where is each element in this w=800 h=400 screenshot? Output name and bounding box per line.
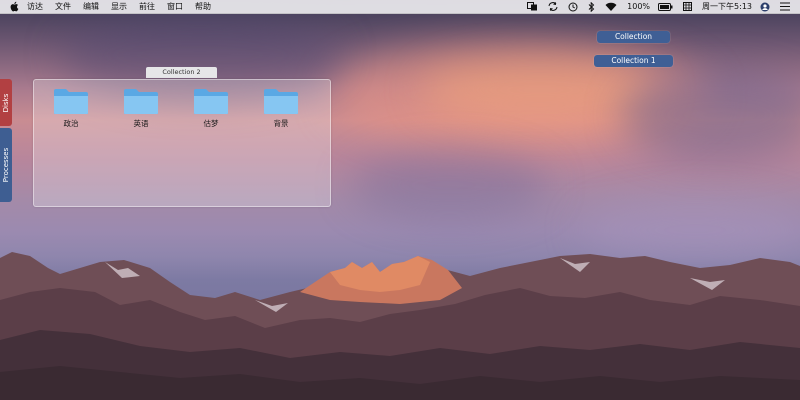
menu-file[interactable]: 文件 — [55, 0, 71, 13]
menu-clock[interactable]: 周一下午5:13 — [702, 0, 752, 13]
folder-item[interactable]: 背景 — [253, 88, 309, 129]
folder-item[interactable]: 政治 — [43, 88, 99, 129]
processes-tab-label: Processes — [2, 147, 10, 183]
folder-icon — [124, 89, 158, 114]
menu-window[interactable]: 窗口 — [167, 0, 183, 13]
collection-window-title[interactable]: Collection 2 — [146, 67, 217, 78]
menu-edit[interactable]: 编辑 — [83, 0, 99, 13]
menu-finder[interactable]: 访达 — [27, 0, 43, 13]
menu-go[interactable]: 前往 — [139, 0, 155, 13]
menu-view[interactable]: 显示 — [111, 0, 127, 13]
folder-icon — [194, 89, 228, 114]
battery-percent: 100% — [627, 2, 651, 11]
menu-bar: 访达 文件 编辑 显示 前往 窗口 帮助 100% 周一下午5:13 — [0, 0, 800, 14]
grid-menu-icon[interactable] — [683, 2, 693, 11]
folder-item[interactable]: 英语 — [113, 88, 169, 129]
wifi-icon[interactable] — [605, 2, 617, 11]
menu-help[interactable]: 帮助 — [195, 0, 211, 13]
folder-label: 政治 — [63, 119, 79, 128]
disks-tab-label: Disks — [2, 93, 10, 112]
user-avatar-icon[interactable] — [760, 2, 770, 12]
collection-button[interactable]: Collection — [597, 31, 670, 43]
collection-1-button[interactable]: Collection 1 — [594, 55, 673, 67]
sync-icon[interactable] — [548, 2, 558, 11]
apple-logo-icon[interactable] — [9, 1, 19, 12]
disks-side-tab[interactable]: Disks — [0, 79, 12, 126]
folder-icon — [264, 89, 298, 114]
input-source-icon[interactable] — [527, 2, 538, 11]
time-machine-icon[interactable] — [568, 2, 578, 12]
folder-label: 估梦 — [203, 119, 219, 128]
folder-label: 英语 — [133, 119, 149, 128]
folder-label: 背景 — [273, 119, 289, 128]
bluetooth-icon[interactable] — [588, 1, 595, 12]
processes-side-tab[interactable]: Processes — [0, 128, 12, 202]
folder-icon — [54, 89, 88, 114]
battery-icon[interactable] — [658, 2, 673, 11]
notification-center-icon[interactable] — [780, 2, 790, 11]
folder-item[interactable]: 估梦 — [183, 88, 239, 129]
